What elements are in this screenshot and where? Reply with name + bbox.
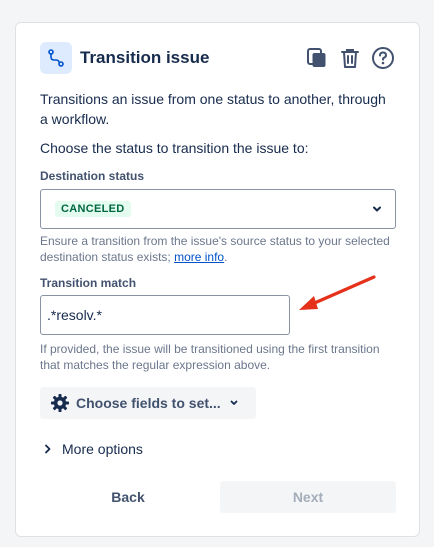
transition-icon [40,42,72,74]
annotation-arrow [299,275,376,310]
destination-status-select[interactable]: CANCELED [40,189,396,229]
panel-title: Transition issue [80,48,210,67]
intro-text: Transitions an issue from one status to … [40,91,386,127]
chevron-down-icon [371,203,383,215]
transition-match-input[interactable] [40,295,290,335]
chevron-right-icon [44,444,52,454]
trash-icon[interactable] [338,46,362,70]
next-button[interactable]: Next [220,481,396,513]
status-lozenge: CANCELED [55,201,131,217]
more-options-label: More options [62,441,143,457]
panel-header: Transition issue [40,42,395,74]
destination-help: Ensure a transition from the issue's sou… [40,233,395,265]
copy-icon[interactable] [305,46,329,70]
back-button[interactable]: Back [40,481,216,513]
transition-match-help: If provided, the issue will be transitio… [40,342,380,372]
prompt-text: Choose the status to transition the issu… [40,140,309,156]
chevron-down-icon [229,398,239,408]
gear-icon [50,393,70,413]
choose-fields-label: Choose fields to set... [76,395,221,411]
header-actions [305,46,395,70]
transition-match-label: Transition match [40,276,137,290]
more-info-link[interactable]: more info [174,250,224,264]
destination-status-label: Destination status [40,169,145,183]
choose-fields-button[interactable]: Choose fields to set... [40,387,256,419]
help-icon[interactable] [371,46,395,70]
destination-help-end: . [224,250,228,264]
transition-issue-panel: Transition issue Transitions an issue fr… [15,22,420,537]
more-options-toggle[interactable]: More options [44,441,143,457]
